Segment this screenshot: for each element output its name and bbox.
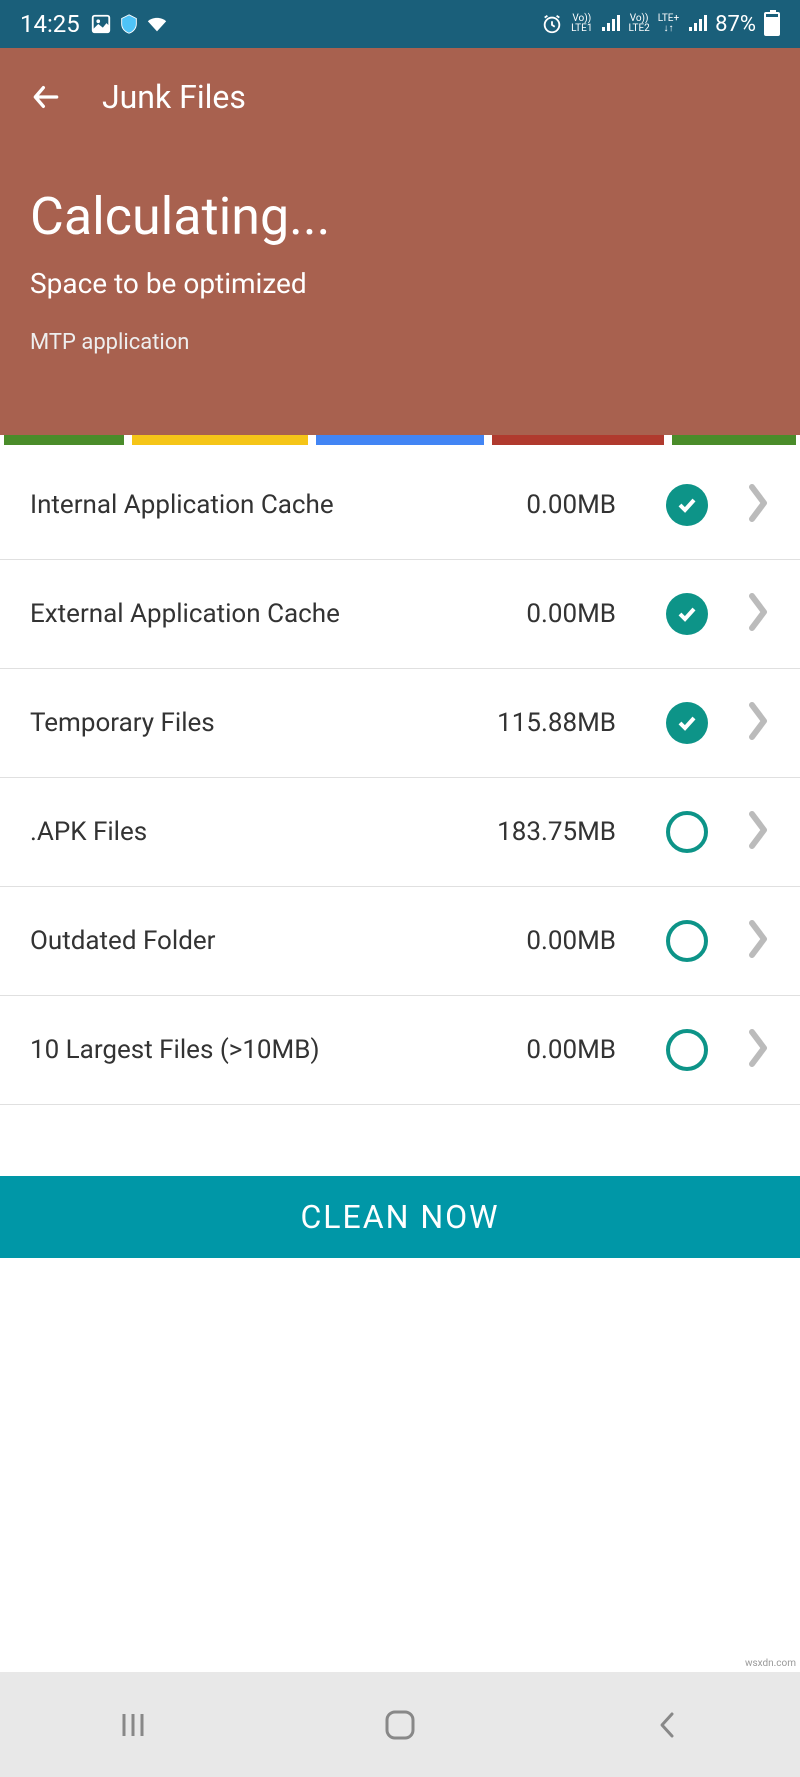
- list-item[interactable]: Internal Application Cache0.00MB: [0, 451, 800, 560]
- checkbox-unchecked-icon[interactable]: [666, 1029, 708, 1071]
- signal2-icon: [687, 15, 707, 33]
- header: Junk Files Calculating... Space to be op…: [0, 48, 800, 435]
- progress-segment: [492, 435, 664, 445]
- sim1-label: LTE1: [571, 24, 592, 34]
- shield-icon: [118, 13, 140, 35]
- signal1-icon: [600, 15, 620, 33]
- item-label: Outdated Folder: [30, 926, 526, 956]
- chevron-right-icon[interactable]: [748, 1028, 770, 1072]
- battery-icon: [764, 12, 780, 36]
- item-size: 0.00MB: [526, 926, 616, 956]
- status-right: Vo)) LTE1 Vo)) LTE2 LTE+ ↓↑ 87%: [541, 12, 780, 37]
- progress-bar: [0, 435, 800, 445]
- item-size: 0.00MB: [526, 1035, 616, 1065]
- android-nav-bar: [0, 1672, 800, 1777]
- checkbox-checked-icon[interactable]: [666, 702, 708, 744]
- recents-button[interactable]: [113, 1705, 153, 1745]
- watermark: wsxdn.com: [745, 1658, 796, 1669]
- checkbox-checked-icon[interactable]: [666, 484, 708, 526]
- item-size: 183.75MB: [497, 817, 616, 847]
- home-button[interactable]: [380, 1705, 420, 1745]
- chevron-right-icon[interactable]: [748, 919, 770, 963]
- item-label: External Application Cache: [30, 599, 526, 629]
- calculating-subtitle: Space to be optimized: [30, 267, 770, 300]
- current-scan-app: MTP application: [30, 330, 770, 355]
- back-arrow-icon[interactable]: [30, 81, 62, 113]
- item-size: 0.00MB: [526, 490, 616, 520]
- status-bar: 14:25 Vo)) LTE1 Vo)) LTE2 LTE+ ↓↑ 87%: [0, 0, 800, 48]
- list-item[interactable]: 10 Largest Files (>10MB)0.00MB: [0, 996, 800, 1105]
- progress-segment: [316, 435, 484, 445]
- checkbox-checked-icon[interactable]: [666, 593, 708, 635]
- item-size: 0.00MB: [526, 599, 616, 629]
- gallery-icon: [90, 13, 112, 35]
- junk-category-list: Internal Application Cache0.00MBExternal…: [0, 451, 800, 1105]
- checkbox-unchecked-icon[interactable]: [666, 920, 708, 962]
- progress-segment: [672, 435, 796, 445]
- progress-segment: [4, 435, 124, 445]
- chevron-right-icon[interactable]: [748, 483, 770, 527]
- alarm-icon: [541, 13, 563, 35]
- sim2-label: LTE2: [628, 24, 649, 34]
- item-size: 115.88MB: [497, 708, 616, 738]
- page-title: Junk Files: [102, 78, 246, 116]
- list-item[interactable]: Temporary Files115.88MB: [0, 669, 800, 778]
- chevron-right-icon[interactable]: [748, 810, 770, 854]
- battery-percent: 87%: [715, 12, 756, 37]
- sim2-indicator: Vo)) LTE2: [628, 14, 649, 34]
- item-label: Internal Application Cache: [30, 490, 526, 520]
- lte-plus-indicator: LTE+ ↓↑: [658, 14, 679, 34]
- sim1-indicator: Vo)) LTE1: [571, 14, 592, 34]
- list-item[interactable]: Outdated Folder0.00MB: [0, 887, 800, 996]
- data-arrows-icon: ↓↑: [663, 24, 673, 34]
- list-item[interactable]: .APK Files183.75MB: [0, 778, 800, 887]
- list-item[interactable]: External Application Cache0.00MB: [0, 560, 800, 669]
- item-label: Temporary Files: [30, 708, 497, 738]
- item-label: .APK Files: [30, 817, 497, 847]
- status-icons-left: [90, 13, 168, 35]
- item-label: 10 Largest Files (>10MB): [30, 1035, 526, 1065]
- app-bar: Junk Files: [30, 48, 770, 146]
- status-time: 14:25: [20, 10, 80, 38]
- status-left: 14:25: [20, 10, 168, 38]
- wifi-icon: [146, 13, 168, 35]
- checkbox-unchecked-icon[interactable]: [666, 811, 708, 853]
- chevron-right-icon[interactable]: [748, 701, 770, 745]
- progress-segment: [132, 435, 308, 445]
- clean-now-button[interactable]: CLEAN NOW: [0, 1176, 800, 1258]
- chevron-right-icon[interactable]: [748, 592, 770, 636]
- back-button[interactable]: [647, 1705, 687, 1745]
- calculating-title: Calculating...: [30, 186, 770, 247]
